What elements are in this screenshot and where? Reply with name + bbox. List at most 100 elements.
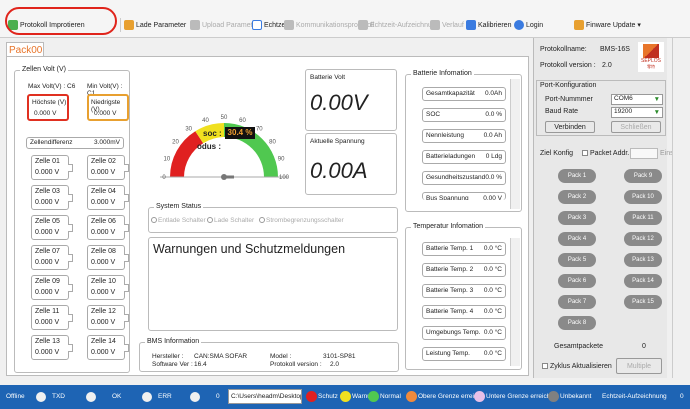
- batterie-info-row: Gesundheitszustand 0.0 %: [422, 171, 506, 185]
- cell-10: Zelle 10 0.000 V: [87, 275, 129, 300]
- main-panel: Zellen Volt (V) Max Volt(V) : C6 Min Vol…: [6, 56, 529, 376]
- pack-10-indicator[interactable]: Pack 13: [624, 253, 662, 267]
- warnungen-title: Warnungen und Schutzmeldungen: [153, 242, 346, 256]
- status-bar: Offline TXD OK ERR 0 C:\Users\headm\Desk…: [0, 385, 690, 409]
- chevron-down-icon[interactable]: ▾: [637, 21, 641, 29]
- legend-label: Obere Grenze erreicht: [418, 393, 483, 400]
- cell-terminal: [68, 224, 73, 232]
- batterie-info-scrollbar[interactable]: [510, 79, 520, 209]
- max-volt-label: Max Volt(V) : C6: [28, 83, 76, 90]
- pack-12-indicator[interactable]: Pack 14: [624, 274, 662, 288]
- packet-addr-input[interactable]: [630, 148, 658, 159]
- right-panel: Protokollname: BMS-16S Protokoll version…: [533, 38, 679, 378]
- cell-4: Zelle 04 0.000 V: [87, 185, 129, 210]
- cell-2: Zelle 02 0.000 V: [87, 155, 129, 180]
- baud-select[interactable]: 19200 ▼: [611, 107, 663, 118]
- gauge-tick-label: 100: [279, 175, 290, 181]
- cell-terminal: [68, 164, 73, 172]
- cell-terminal: [124, 344, 129, 352]
- pack-2-indicator[interactable]: Pack 9: [624, 169, 662, 183]
- gauge-tick-label: 20: [172, 140, 179, 146]
- verbinden-button[interactable]: Verbinden: [545, 121, 595, 133]
- zellen-title: Zellen Volt (V): [20, 66, 68, 73]
- strombegrenzung-radio[interactable]: Strombegrenzungsschalter: [259, 217, 344, 224]
- cell-terminal: [68, 314, 73, 322]
- cell-9: Zelle 09 0.000 V: [31, 275, 73, 300]
- lade-radio[interactable]: Lade Schalter: [207, 217, 254, 224]
- legend-label: Unbekannt: [560, 393, 592, 400]
- verlauf-button[interactable]: Verlauf: [430, 15, 464, 35]
- entlade-radio[interactable]: Entlade Schalter: [151, 217, 206, 224]
- pack-7-indicator[interactable]: Pack 4: [558, 232, 596, 246]
- right-scrollbar[interactable]: [672, 38, 690, 378]
- packet-addr-checkbox[interactable]: Packet Addr.: [582, 150, 629, 157]
- cell-7: Zelle 07 0.000 V: [31, 245, 73, 270]
- pack-15-indicator[interactable]: Pack 8: [558, 316, 596, 330]
- temperatur-scrollbar[interactable]: [510, 238, 520, 366]
- path-field[interactable]: C:\Users\headm\Desktop: [228, 389, 302, 404]
- echtzeit-aufzeichnung-button[interactable]: Echtzeit-Aufzeichnung: [358, 15, 440, 35]
- schliessen-button[interactable]: Schließen: [611, 121, 661, 133]
- batterie-info-group: Batterie Infomation Gesamtkapazität 0.0Ah…: [405, 70, 522, 212]
- cell-terminal: [124, 224, 129, 232]
- pack-5-indicator[interactable]: Pack 3: [558, 211, 596, 225]
- pack-4-indicator[interactable]: Pack 10: [624, 190, 662, 204]
- pack-6-indicator[interactable]: Pack 11: [624, 211, 662, 225]
- pack-13-indicator[interactable]: Pack 7: [558, 295, 596, 309]
- dropdown-arrow-icon: ▼: [653, 109, 660, 116]
- upload-icon: [190, 20, 200, 30]
- temperatur-row: Batterie Temp. 3 0.0 °C: [422, 284, 506, 298]
- batterie-info-row: Nennleistung 0.0 Ah: [422, 129, 506, 143]
- pack-9-indicator[interactable]: Pack 5: [558, 253, 596, 267]
- cell-13: Zelle 13 0.000 V: [31, 335, 73, 360]
- zyklus-checkbox[interactable]: Zyklus Aktualisieren: [542, 363, 612, 370]
- temperatur-row: Umgebungs Temp. 0.0 °C: [422, 326, 506, 340]
- cell-terminal: [68, 344, 73, 352]
- gauge-tick-label: 30: [185, 127, 192, 133]
- protocol-icon: [284, 20, 294, 30]
- gauge-tick-label: 10: [164, 157, 171, 163]
- history-icon: [430, 20, 440, 30]
- firmware-update-button[interactable]: Finware Update ▾: [574, 15, 641, 35]
- batterie-info-row: Gesamtkapazität 0.0Ah: [422, 87, 506, 101]
- legend-label: Normal: [380, 393, 401, 400]
- highlight-circle: [5, 7, 117, 35]
- temperatur-row: Batterie Temp. 2 0.0 °C: [422, 263, 506, 277]
- batterie-info-row: SOC 0.0 %: [422, 108, 506, 122]
- kalibrieren-button[interactable]: Kalibrieren: [466, 15, 511, 35]
- legend-dot: [306, 391, 317, 402]
- calibrate-icon: [466, 20, 476, 30]
- port-select[interactable]: COM6 ▼: [611, 94, 663, 105]
- hoechste-box: Höchste (V) 0.000 V: [27, 94, 69, 121]
- gauge-tick-label: 40: [202, 118, 209, 124]
- pack-1-indicator[interactable]: Pack 1: [558, 169, 596, 183]
- load-parameter-button[interactable]: Lade Parameter: [124, 15, 186, 35]
- gauge-tick-label: 50: [221, 115, 228, 121]
- tab-pack00[interactable]: Pack00: [6, 42, 44, 57]
- cell-terminal: [68, 254, 73, 262]
- batterie-info-row: Bus Spannung 0.00 V: [422, 192, 506, 200]
- temperatur-row: Batterie Temp. 1 0.0 °C: [422, 242, 506, 256]
- gauge-tick-label: 60: [239, 118, 246, 124]
- load-icon: [124, 20, 134, 30]
- cell-terminal: [68, 194, 73, 202]
- legend-dot: [368, 391, 379, 402]
- gauge-tick-label: 80: [269, 140, 276, 146]
- update-icon: [574, 20, 584, 30]
- status-indicator: [190, 392, 200, 402]
- pack-14-indicator[interactable]: Pack 15: [624, 295, 662, 309]
- pack-11-indicator[interactable]: Pack 6: [558, 274, 596, 288]
- aktuelle-spannung-group: Aktuelle Spannung 0.00A: [305, 133, 397, 195]
- system-status-group: System Status Entlade Schalter Lade Scha…: [148, 203, 398, 233]
- cell-8: Zelle 08 0.000 V: [87, 245, 129, 270]
- batterie-info-row: Batterieladungen 0 Ldg: [422, 150, 506, 164]
- multiple-button[interactable]: Multiple: [616, 358, 662, 374]
- cell-terminal: [68, 284, 73, 292]
- pack-8-indicator[interactable]: Pack 12: [624, 232, 662, 246]
- protokollname-value: BMS-16S: [600, 46, 630, 53]
- cell-terminal: [124, 164, 129, 172]
- login-button[interactable]: Login: [514, 15, 543, 35]
- pack-3-indicator[interactable]: Pack 2: [558, 190, 596, 204]
- upload-parameter-button[interactable]: Upload Parameter: [190, 15, 259, 35]
- legend-dot: [406, 391, 417, 402]
